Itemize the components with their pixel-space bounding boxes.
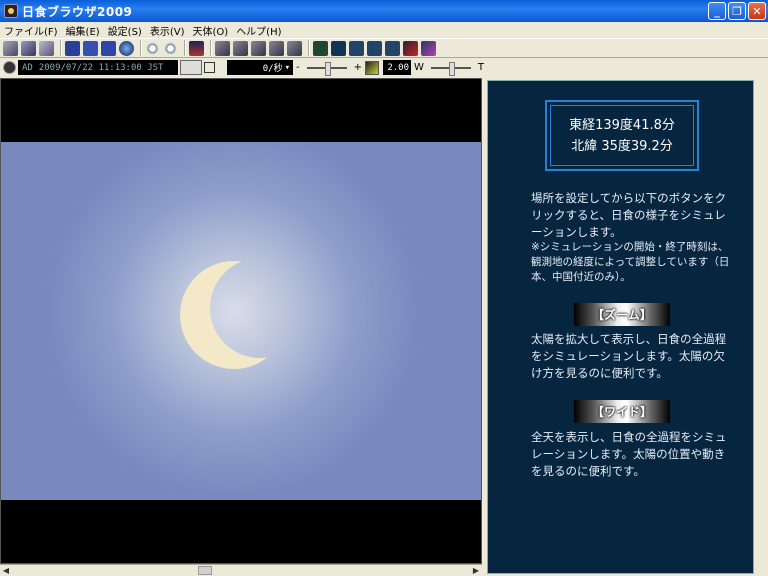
zoom-in-icon[interactable] [145,40,160,56]
scroll-right-icon[interactable]: ▶ [470,565,482,576]
save-icon[interactable] [21,40,36,56]
era-toggle-icon[interactable] [3,61,16,74]
eclipsed-sun [180,261,288,369]
sky-area [1,142,481,500]
horizontal-scrollbar[interactable]: ◀ ▶ [0,564,482,576]
globe-icon[interactable] [119,40,134,56]
location-box[interactable]: 東経139度41.8分 北緯 35度39.2分 [545,100,699,171]
maximize-button[interactable]: ❐ [728,2,746,20]
meteor-icon[interactable] [421,40,436,56]
info-panel: 東経139度41.8分 北緯 35度39.2分 場所を設定してから以下のボタンを… [485,78,768,576]
open-icon[interactable] [3,40,18,56]
window-title: 日食ブラウザ2009 [22,4,133,19]
map-3-icon[interactable] [251,40,266,56]
speed-select[interactable]: 0/秒 ▾ [227,60,293,75]
star-4-icon[interactable] [367,40,382,56]
star-5-icon[interactable] [385,40,400,56]
datetime-display[interactable]: AD 2009/07/22 11:13:00 JST [18,60,178,75]
speed-minus[interactable]: - [296,62,300,73]
menu-object[interactable]: 天体(O) [189,23,233,38]
era-label: AD [22,62,33,73]
speed-plus[interactable]: + [354,62,362,73]
crosshair-icon[interactable] [204,62,215,73]
title-bar: 日食ブラウザ2009 _ ❐ ✕ [0,0,768,22]
zoom-out-icon[interactable] [163,40,178,56]
star-3-icon[interactable] [349,40,364,56]
tele-label: T [477,62,484,73]
menu-settings[interactable]: 設定(S) [104,23,146,38]
latitude-text: 北緯 35度39.2分 [571,138,673,154]
sun-icon[interactable] [365,60,379,75]
scroll-thumb[interactable] [198,566,212,575]
menu-bar: ファイル(F) 編集(E) 設定(S) 表示(V) 天体(O) ヘルプ(H) [0,22,768,38]
print-icon[interactable] [39,40,54,56]
map-1-icon[interactable] [215,40,230,56]
zoom-description: 太陽を拡大して表示し、日食の全過程をシミュレーションします。太陽の欠け方を見るの… [531,332,727,380]
app-icon[interactable] [4,4,18,18]
datetime-text: 2009/07/22 11:13:00 JST [38,62,164,73]
time-step-control[interactable] [180,60,202,75]
sky-view[interactable] [0,78,482,564]
zoom-slider[interactable] [430,61,471,76]
close-button[interactable]: ✕ [748,2,766,20]
speed-slider[interactable] [306,61,347,76]
view-2-icon[interactable] [83,40,98,56]
star-2-icon[interactable] [331,40,346,56]
map-4-icon[interactable] [269,40,284,56]
comet-icon[interactable] [403,40,418,56]
view-3-icon[interactable] [101,40,116,56]
time-toolbar: AD 2009/07/22 11:13:00 JST 0/秒 ▾ - + 2.0… [0,58,768,77]
view-1-icon[interactable] [65,40,80,56]
chevron-down-icon: ▾ [284,62,290,73]
menu-edit[interactable]: 編集(E) [62,23,104,38]
map-5-icon[interactable] [287,40,302,56]
zoom-button[interactable]: 【ズーム】 [574,303,670,326]
map-2-icon[interactable] [233,40,248,56]
zoom-value: 2.00 [387,62,409,73]
wide-button[interactable]: 【ワイド】 [574,400,670,423]
vertical-scrollbar[interactable] [756,80,768,574]
scroll-left-icon[interactable]: ◀ [0,565,12,576]
wide-description: 全天を表示し、日食の全過程をシミュレーションします。太陽の位置や動きを見るのに便… [531,430,727,478]
intro-text: 場所を設定してから以下のボタンをクリックすると、日食の様子をシミュレーションしま… [531,191,727,239]
zoom-value-box[interactable]: 2.00 [383,60,411,75]
minimize-button[interactable]: _ [708,2,726,20]
info-panel-content: 東経139度41.8分 北緯 35度39.2分 場所を設定してから以下のボタンを… [487,80,754,574]
main-toolbar [0,38,768,58]
star-1-icon[interactable] [313,40,328,56]
longitude-text: 東経139度41.8分 [569,117,675,133]
note-text: ※シミュレーションの開始・終了時刻は、観測地の経度によって調整しています（日本、… [531,241,730,283]
menu-help[interactable]: ヘルプ(H) [232,23,285,38]
menu-view[interactable]: 表示(V) [146,23,189,38]
menu-file[interactable]: ファイル(F) [0,23,62,38]
speed-value: 0/秒 [262,64,283,74]
wide-label: W [414,62,424,73]
chart-icon[interactable] [189,40,204,56]
